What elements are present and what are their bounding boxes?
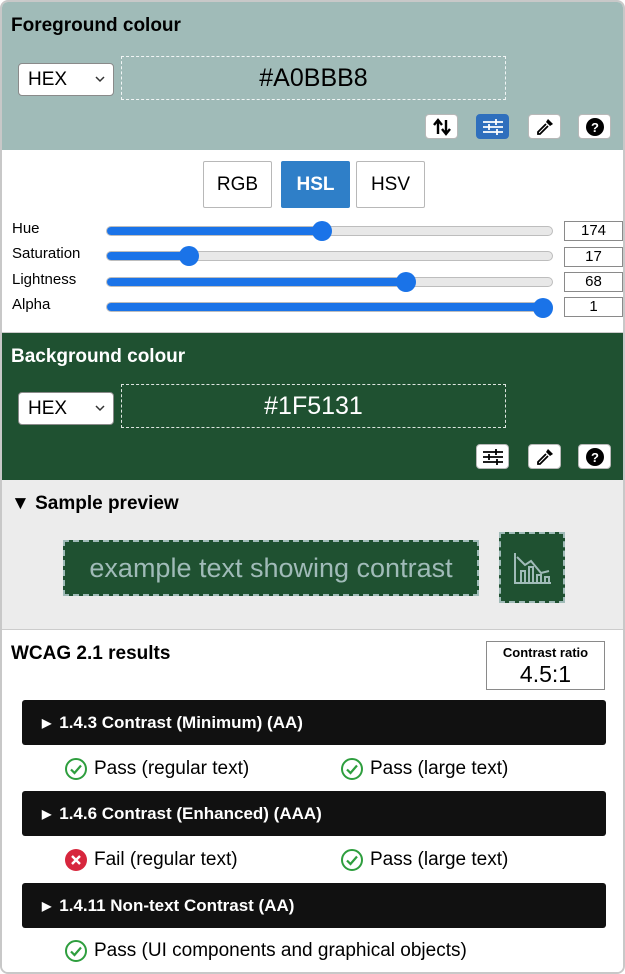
background-hex-input[interactable]: #1F5131 [121,384,506,428]
hue-value-input[interactable]: 174 [564,221,623,241]
pass-check-icon [65,758,87,780]
criterion-label: 1.4.3 Contrast (Minimum) (AA) [59,713,303,732]
expand-triangle-icon: ▶ [42,899,52,913]
swap-icon [432,117,451,136]
outcome-text: Fail (regular text) [94,849,238,870]
alpha-slider-fill [107,303,552,311]
outcome-pass: Pass (large text) [340,848,508,872]
sample-graphic-preview [499,532,565,603]
foreground-format-select[interactable]: HEX [18,63,114,96]
svg-text:?: ? [591,120,599,135]
contrast-checker-panel: Foreground colour HEX #A0BBB8 ? RGB HSL … [0,0,625,974]
svg-text:?: ? [591,450,599,465]
criterion-label: 1.4.11 Non-text Contrast (AA) [59,896,295,915]
outcome-pass: Pass (large text) [340,757,508,781]
lightness-slider-fill [107,278,410,286]
outcome-fail: Fail (regular text) [64,848,238,872]
background-title: Background colour [11,346,186,367]
outcome-text: Pass (UI components and graphical object… [94,940,467,961]
sliders-icon [482,448,503,465]
background-sliders-button[interactable] [476,444,509,469]
eyedropper-icon [536,448,553,465]
foreground-sliders-button[interactable] [476,114,509,139]
wcag-results-section: WCAG 2.1 results Contrast ratio 4.5:1 ▶ 1… [2,631,623,972]
saturation-slider-fill [107,252,183,260]
background-help-button[interactable]: ? [578,444,611,469]
lightness-slider-thumb[interactable] [396,272,417,292]
mode-button-hsl[interactable]: HSL [281,161,350,208]
saturation-label: Saturation [12,245,81,262]
fail-cross-icon [65,849,87,871]
outcome-text: Pass (large text) [370,849,509,870]
foreground-section: Foreground colour HEX #A0BBB8 ? [2,2,623,150]
outcome-text: Pass (regular text) [94,758,250,779]
pass-check-icon [65,940,87,962]
sliders-icon [482,118,503,135]
contrast-ratio-value: 4.5:1 [519,661,572,687]
sample-text-preview: example text showing contrast [63,540,479,596]
swap-colours-button[interactable] [425,114,458,139]
criterion-1-4-3-toggle[interactable]: ▶ 1.4.3 Contrast (Minimum) (AA) [22,700,606,745]
eyedropper-icon [536,118,553,135]
outcome-pass: Pass (UI components and graphical object… [64,939,467,963]
background-format-value: HEX [28,398,68,419]
outcome-text: Pass (large text) [370,758,509,779]
sample-preview-toggle[interactable]: ▼ Sample preview [11,493,179,515]
background-format-select[interactable]: HEX [18,392,114,425]
contrast-ratio-box: Contrast ratio 4.5:1 [486,641,605,690]
foreground-eyedropper-button[interactable] [528,114,561,139]
hue-label: Hue [12,220,40,237]
pass-check-icon [341,758,363,780]
help-icon: ? [585,117,604,136]
lightness-label: Lightness [12,271,77,288]
saturation-slider-track[interactable] [106,251,553,261]
saturation-value-input[interactable]: 17 [564,247,623,267]
pass-check-icon [341,849,363,871]
criterion-1-4-11-toggle[interactable]: ▶ 1.4.11 Non-text Contrast (AA) [22,883,606,928]
foreground-hex-input[interactable]: #A0BBB8 [121,56,506,100]
expand-triangle-icon: ▶ [42,807,52,821]
sample-preview-section: ▼ Sample preview example text showing co… [2,480,623,630]
colour-picker-section: RGB HSL HSV Hue 174 Saturation 17 Lightn… [2,150,623,333]
alpha-value-input[interactable]: 1 [564,297,623,317]
alpha-slider-track[interactable] [106,302,553,312]
lightness-slider-track[interactable] [106,277,553,287]
results-title: WCAG 2.1 results [11,643,171,664]
contrast-ratio-label: Contrast ratio [502,645,589,660]
chart-icon [514,552,551,584]
background-eyedropper-button[interactable] [528,444,561,469]
foreground-help-button[interactable]: ? [578,114,611,139]
saturation-slider-thumb[interactable] [178,246,199,266]
help-icon: ? [585,447,604,466]
foreground-format-value: HEX [28,69,68,90]
criterion-label: 1.4.6 Contrast (Enhanced) (AAA) [59,804,322,823]
alpha-label: Alpha [12,296,51,313]
mode-button-rgb[interactable]: RGB [203,161,272,208]
hue-slider-thumb[interactable] [312,221,333,241]
criterion-1-4-6-toggle[interactable]: ▶ 1.4.6 Contrast (Enhanced) (AAA) [22,791,606,836]
lightness-value-input[interactable]: 68 [564,272,623,292]
background-section: Background colour HEX #1F5131 ? [2,333,623,480]
chevron-down-icon [95,405,105,412]
mode-button-hsv[interactable]: HSV [356,161,425,208]
hue-slider-fill [107,227,322,235]
chevron-down-icon [95,76,105,83]
expand-triangle-icon: ▶ [42,716,52,730]
outcome-pass: Pass (regular text) [64,757,249,781]
alpha-slider-thumb[interactable] [533,298,553,318]
foreground-title: Foreground colour [11,15,181,36]
